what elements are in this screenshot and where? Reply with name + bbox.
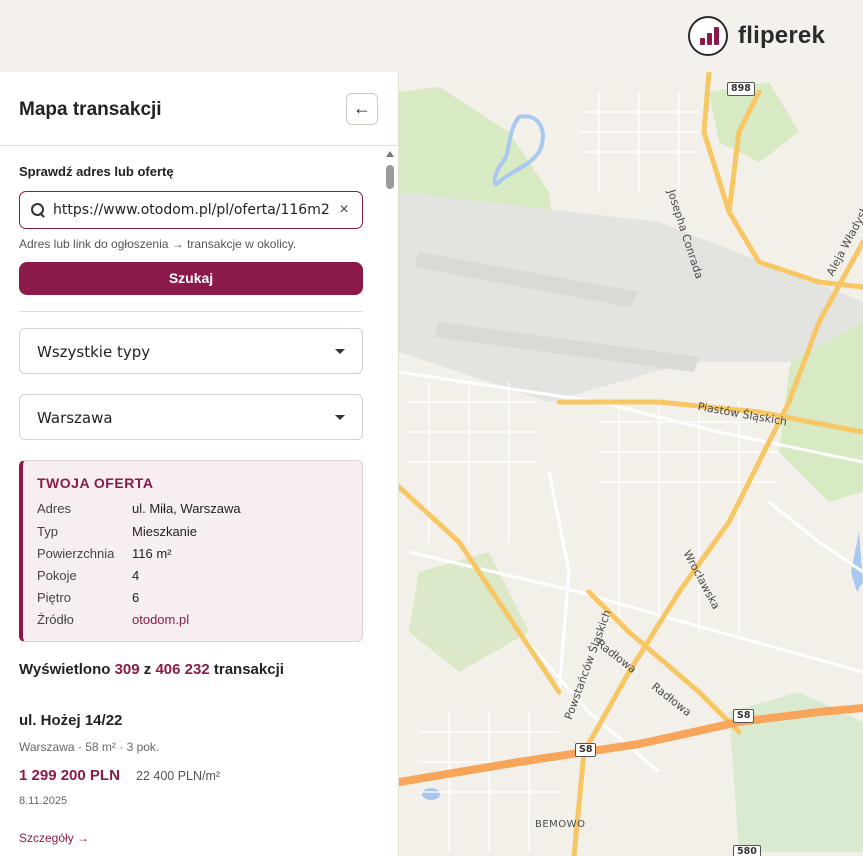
road-badge-580: 580 xyxy=(733,845,761,856)
divider xyxy=(19,311,363,312)
results-sep: z xyxy=(143,661,152,678)
results-prefix: Wyświetlono xyxy=(19,661,111,678)
offer-key: Źródło xyxy=(37,612,74,627)
offer-key: Typ xyxy=(37,524,58,539)
sidebar: Mapa transakcji ← Sprawdź adres lub ofer… xyxy=(0,72,399,856)
sidebar-scrollbar[interactable] xyxy=(385,151,395,856)
search-hint: Adres lub link do ogłoszenia → transakcj… xyxy=(19,237,297,251)
results-shown: 309 xyxy=(114,661,140,678)
chevron-down-icon xyxy=(335,349,345,354)
brand[interactable]: fliperek xyxy=(688,16,825,56)
offer-key: Adres xyxy=(37,501,71,516)
scroll-up-arrow-icon[interactable] xyxy=(386,151,394,157)
offer-value: 4 xyxy=(132,568,140,583)
offer-key: Powierzchnia xyxy=(37,546,115,561)
search-input[interactable] xyxy=(53,202,332,218)
type-select-value: Wszystkie typy xyxy=(37,343,151,361)
offer-source-link[interactable]: otodom.pl xyxy=(132,612,189,627)
search-box[interactable]: × xyxy=(19,191,363,229)
offer-row-area: Powierzchnia 116 m² xyxy=(37,546,172,561)
transaction-meta: Warszawa · 58 m² · 3 pok. xyxy=(19,740,160,754)
city-select[interactable]: Warszawa xyxy=(19,394,363,440)
transaction-details-link[interactable]: Szczegóły → xyxy=(19,831,89,845)
type-select[interactable]: Wszystkie typy xyxy=(19,328,363,374)
offer-value: 6 xyxy=(132,590,140,605)
brand-name: fliperek xyxy=(738,22,825,49)
transaction-date: 8.11.2025 xyxy=(19,795,68,807)
road-badge-s8: S8 xyxy=(733,709,755,723)
offer-row-address: Adres ul. Miła, Warszawa xyxy=(37,501,241,516)
results-total: 406 232 xyxy=(155,661,210,678)
chevron-down-icon xyxy=(335,415,345,420)
transaction-title[interactable]: ul. Hożej 14/22 xyxy=(19,712,122,729)
offer-value: Mieszkanie xyxy=(132,524,198,539)
offer-card: TWOJA OFERTA Adres ul. Miła, Warszawa Ty… xyxy=(19,460,363,642)
results-count: Wyświetlono 309 z 406 232 transakcji xyxy=(19,661,284,678)
offer-row-source: Źródło otodom.pl xyxy=(37,612,189,627)
search-icon xyxy=(30,202,46,218)
offer-key: Pokoje xyxy=(37,568,77,583)
results-suffix: transakcji xyxy=(213,661,284,678)
transaction-price: 1 299 200 PLN xyxy=(19,767,120,784)
offer-row-rooms: Pokoje 4 xyxy=(37,568,139,583)
road-badge-898: 898 xyxy=(727,82,755,96)
road-badge-s8: S8 xyxy=(575,743,597,757)
city-select-value: Warszawa xyxy=(37,409,113,427)
search-button[interactable]: Szukaj xyxy=(19,262,363,295)
offer-heading: TWOJA OFERTA xyxy=(37,475,154,491)
clear-icon[interactable]: × xyxy=(332,201,356,219)
offer-row-type: Typ Mieszkanie xyxy=(37,524,197,539)
sidebar-content: Sprawdź adres lub ofertę × Adres lub lin… xyxy=(0,147,398,856)
collapse-sidebar-button[interactable]: ← xyxy=(346,93,378,125)
scroll-thumb[interactable] xyxy=(386,165,394,189)
sidebar-header: Mapa transakcji ← xyxy=(0,72,398,146)
top-bar: fliperek xyxy=(0,0,863,72)
transaction-price-per-m2: 22 400 PLN/m² xyxy=(136,769,221,783)
offer-row-floor: Piętro 6 xyxy=(37,590,139,605)
offer-value: 116 m² xyxy=(132,546,172,561)
page-title: Mapa transakcji xyxy=(19,99,162,120)
fliperek-logo-icon xyxy=(688,16,729,56)
search-label: Sprawdź adres lub ofertę xyxy=(19,164,174,179)
map-canvas xyxy=(399,72,863,856)
offer-value: ul. Miła, Warszawa xyxy=(132,501,241,516)
district-label: BEMOWO xyxy=(535,819,586,830)
map[interactable]: 898 S8 S8 580 Josepha Conrada Aleja Wład… xyxy=(399,72,863,856)
offer-key: Piętro xyxy=(37,590,71,605)
